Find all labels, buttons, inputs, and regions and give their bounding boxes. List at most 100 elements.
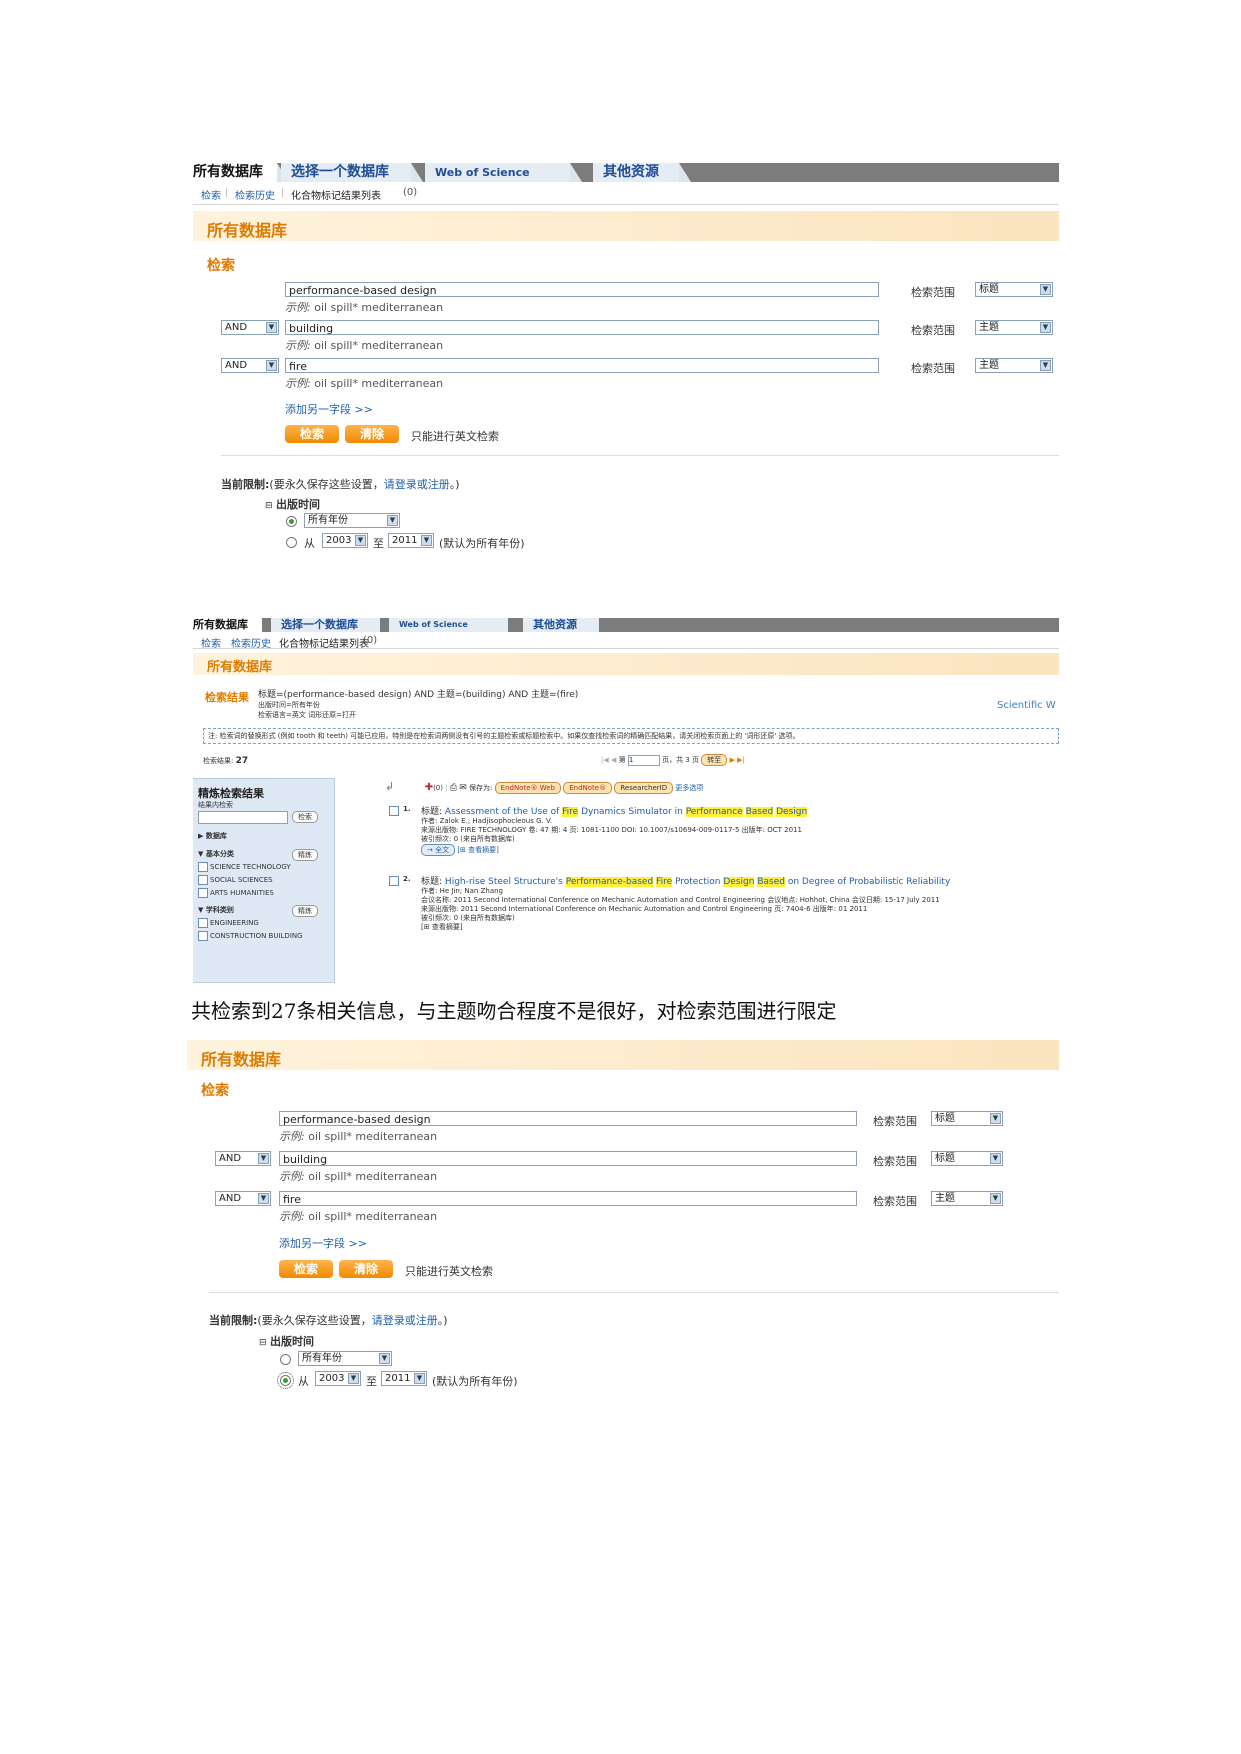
year-to-select[interactable]: 2011 ▼ [381, 1371, 427, 1386]
scope-select-3[interactable]: 主题 ▼ [931, 1191, 1003, 1206]
scope-select-2[interactable]: 主题 ▼ [975, 320, 1053, 335]
operator-select-3[interactable]: AND ▼ [221, 358, 279, 373]
search-button[interactable]: 检索 [279, 1260, 333, 1278]
return-icon[interactable]: ↲ [385, 780, 394, 793]
subnav-search[interactable]: 检索 [201, 187, 221, 202]
collapse-icon[interactable]: ⊟ [259, 1338, 267, 1348]
researcherid-button[interactable]: ResearcherID [614, 782, 674, 794]
tab-select-database[interactable]: 选择一个数据库 [281, 163, 423, 182]
tab-all-databases[interactable]: 所有数据库 [193, 163, 289, 182]
scope-select-2[interactable]: 标题 ▼ [931, 1151, 1003, 1166]
subject-item[interactable]: CONSTRUCTION BUILDING [198, 931, 303, 941]
page-input[interactable]: 1 [627, 755, 660, 766]
fulltext-button[interactable]: → 全文 [421, 844, 456, 856]
all-years-radio[interactable] [286, 516, 297, 527]
subnav-search[interactable]: 检索 [201, 635, 221, 650]
subnav-compound-count: (0) [403, 187, 418, 198]
record-links: → 全文 [⊞ 查看摘要] [421, 844, 499, 856]
basic-category-toggle[interactable]: ▼ 基本分类 [198, 849, 234, 859]
year-from-select[interactable]: 2003 ▼ [315, 1371, 361, 1386]
all-years-select[interactable]: 所有年份 ▼ [304, 513, 400, 528]
collapse-icon[interactable]: ⊟ [265, 501, 273, 511]
basic-item[interactable]: SCIENCE TECHNOLOGY [198, 862, 291, 872]
search-field-1[interactable]: performance-based design [279, 1111, 857, 1126]
subnav-history[interactable]: 检索历史 [235, 187, 275, 202]
checkbox[interactable] [198, 888, 208, 898]
tab-select-database[interactable]: 选择一个数据库 [271, 618, 380, 632]
checkbox[interactable] [198, 918, 208, 928]
tab-all-databases[interactable]: 所有数据库 [193, 618, 262, 632]
databases-toggle[interactable]: ▶ 数据库 [198, 831, 227, 841]
year-to-select[interactable]: 2011 ▼ [388, 533, 434, 548]
view-abstract-link[interactable]: [⊞ 查看摘要] [421, 922, 463, 932]
search-field-3[interactable]: fire [279, 1191, 857, 1206]
scope-select-1[interactable]: 标题 ▼ [931, 1111, 1003, 1126]
divider [209, 1292, 1059, 1293]
login-register-link[interactable]: 请登录或注册 [384, 478, 450, 491]
subnav-history[interactable]: 检索历史 [231, 635, 271, 650]
year-from-select[interactable]: 2003 ▼ [322, 533, 368, 548]
first-page-icon[interactable]: |◀ [601, 756, 609, 764]
tab-other-resources[interactable]: 其他资源 [523, 618, 599, 632]
chevron-down-icon: ▼ [348, 1373, 359, 1384]
chevron-down-icon: ▼ [266, 322, 277, 333]
checkbox[interactable] [198, 862, 208, 872]
basic-item[interactable]: ARTS HUMANITIES [198, 888, 274, 898]
title-segment: Performance-based [565, 877, 654, 887]
year-range-radio[interactable] [286, 537, 297, 548]
email-icon[interactable]: ✉ [459, 783, 467, 793]
go-button[interactable]: 转至 [701, 754, 728, 766]
add-field-link[interactable]: 添加另一字段 >> [285, 401, 373, 417]
search-field-3[interactable]: fire [285, 358, 879, 373]
chevron-down-icon: ▼ [990, 1153, 1001, 1164]
operator-select-2[interactable]: AND ▼ [221, 320, 279, 335]
record-checkbox[interactable] [389, 876, 399, 886]
add-to-marked-icon[interactable]: ✚ [425, 782, 433, 793]
subject-category-toggle[interactable]: ▼ 学科类别 [198, 905, 234, 915]
results-language: 检索语言=英文 词形还原=打开 [258, 711, 356, 719]
operator-select-2[interactable]: AND ▼ [215, 1151, 271, 1166]
endnote-button[interactable]: EndNote® [563, 782, 613, 794]
tab-web-of-science[interactable]: Web of Science [389, 618, 508, 632]
search-button[interactable]: 检索 [285, 425, 339, 443]
subnav-compound-list[interactable]: 化合物标记结果列表 [291, 187, 381, 202]
refine-button-subject[interactable]: 精炼 [292, 905, 318, 917]
results-time-limit: 出版时间=所有年份 [258, 701, 320, 709]
checkbox[interactable] [198, 931, 208, 941]
tab-web-of-science[interactable]: Web of Science [425, 163, 582, 182]
search-field-2[interactable]: building [285, 320, 879, 335]
clear-button[interactable]: 清除 [339, 1260, 393, 1278]
subnav-compound-list[interactable]: 化合物标记结果列表 [279, 635, 369, 650]
scope-label-2: 检索范围 [911, 324, 955, 337]
scope-label-3: 检索范围 [911, 362, 955, 375]
prev-page-icon[interactable]: ◀ [611, 756, 616, 764]
refine-button-basic[interactable]: 精炼 [292, 849, 318, 861]
checkbox[interactable] [198, 875, 208, 885]
scope-select-1[interactable]: 标题 ▼ [975, 282, 1053, 297]
operator-select-3[interactable]: AND ▼ [215, 1191, 271, 1206]
search-field-1[interactable]: performance-based design [285, 282, 879, 297]
print-icon[interactable]: ⎙ [450, 783, 457, 793]
results-count: 检索结果: 27 [203, 756, 249, 766]
login-register-link[interactable]: 请登录或注册 [372, 1314, 438, 1327]
year-range-radio[interactable] [277, 1372, 294, 1389]
next-page-icon[interactable]: ▶ [729, 756, 734, 764]
add-field-link[interactable]: 添加另一字段 >> [279, 1235, 367, 1251]
to-label: 至 [373, 537, 384, 550]
record-checkbox[interactable] [389, 806, 399, 816]
basic-item[interactable]: SOCIAL SCIENCES [198, 875, 273, 885]
search-example-3: 示例: oil spill* mediterranean [285, 377, 444, 390]
endnote-web-button[interactable]: EndNote® Web [494, 782, 561, 794]
view-abstract-link[interactable]: [⊞ 查看摘要] [457, 846, 499, 854]
subject-item[interactable]: ENGINEERING [198, 918, 259, 928]
scope-select-3[interactable]: 主题 ▼ [975, 358, 1053, 373]
more-options-link[interactable]: 更多选项 [675, 784, 703, 792]
tab-other-resources[interactable]: 其他资源 [593, 163, 691, 182]
within-search-button[interactable]: 检索 [292, 811, 318, 823]
clear-button[interactable]: 清除 [345, 425, 399, 443]
all-years-select[interactable]: 所有年份 ▼ [298, 1351, 392, 1366]
within-results-input[interactable] [198, 811, 288, 824]
all-years-radio[interactable] [280, 1354, 291, 1365]
last-page-icon[interactable]: ▶| [737, 756, 745, 764]
search-field-2[interactable]: building [279, 1151, 857, 1166]
